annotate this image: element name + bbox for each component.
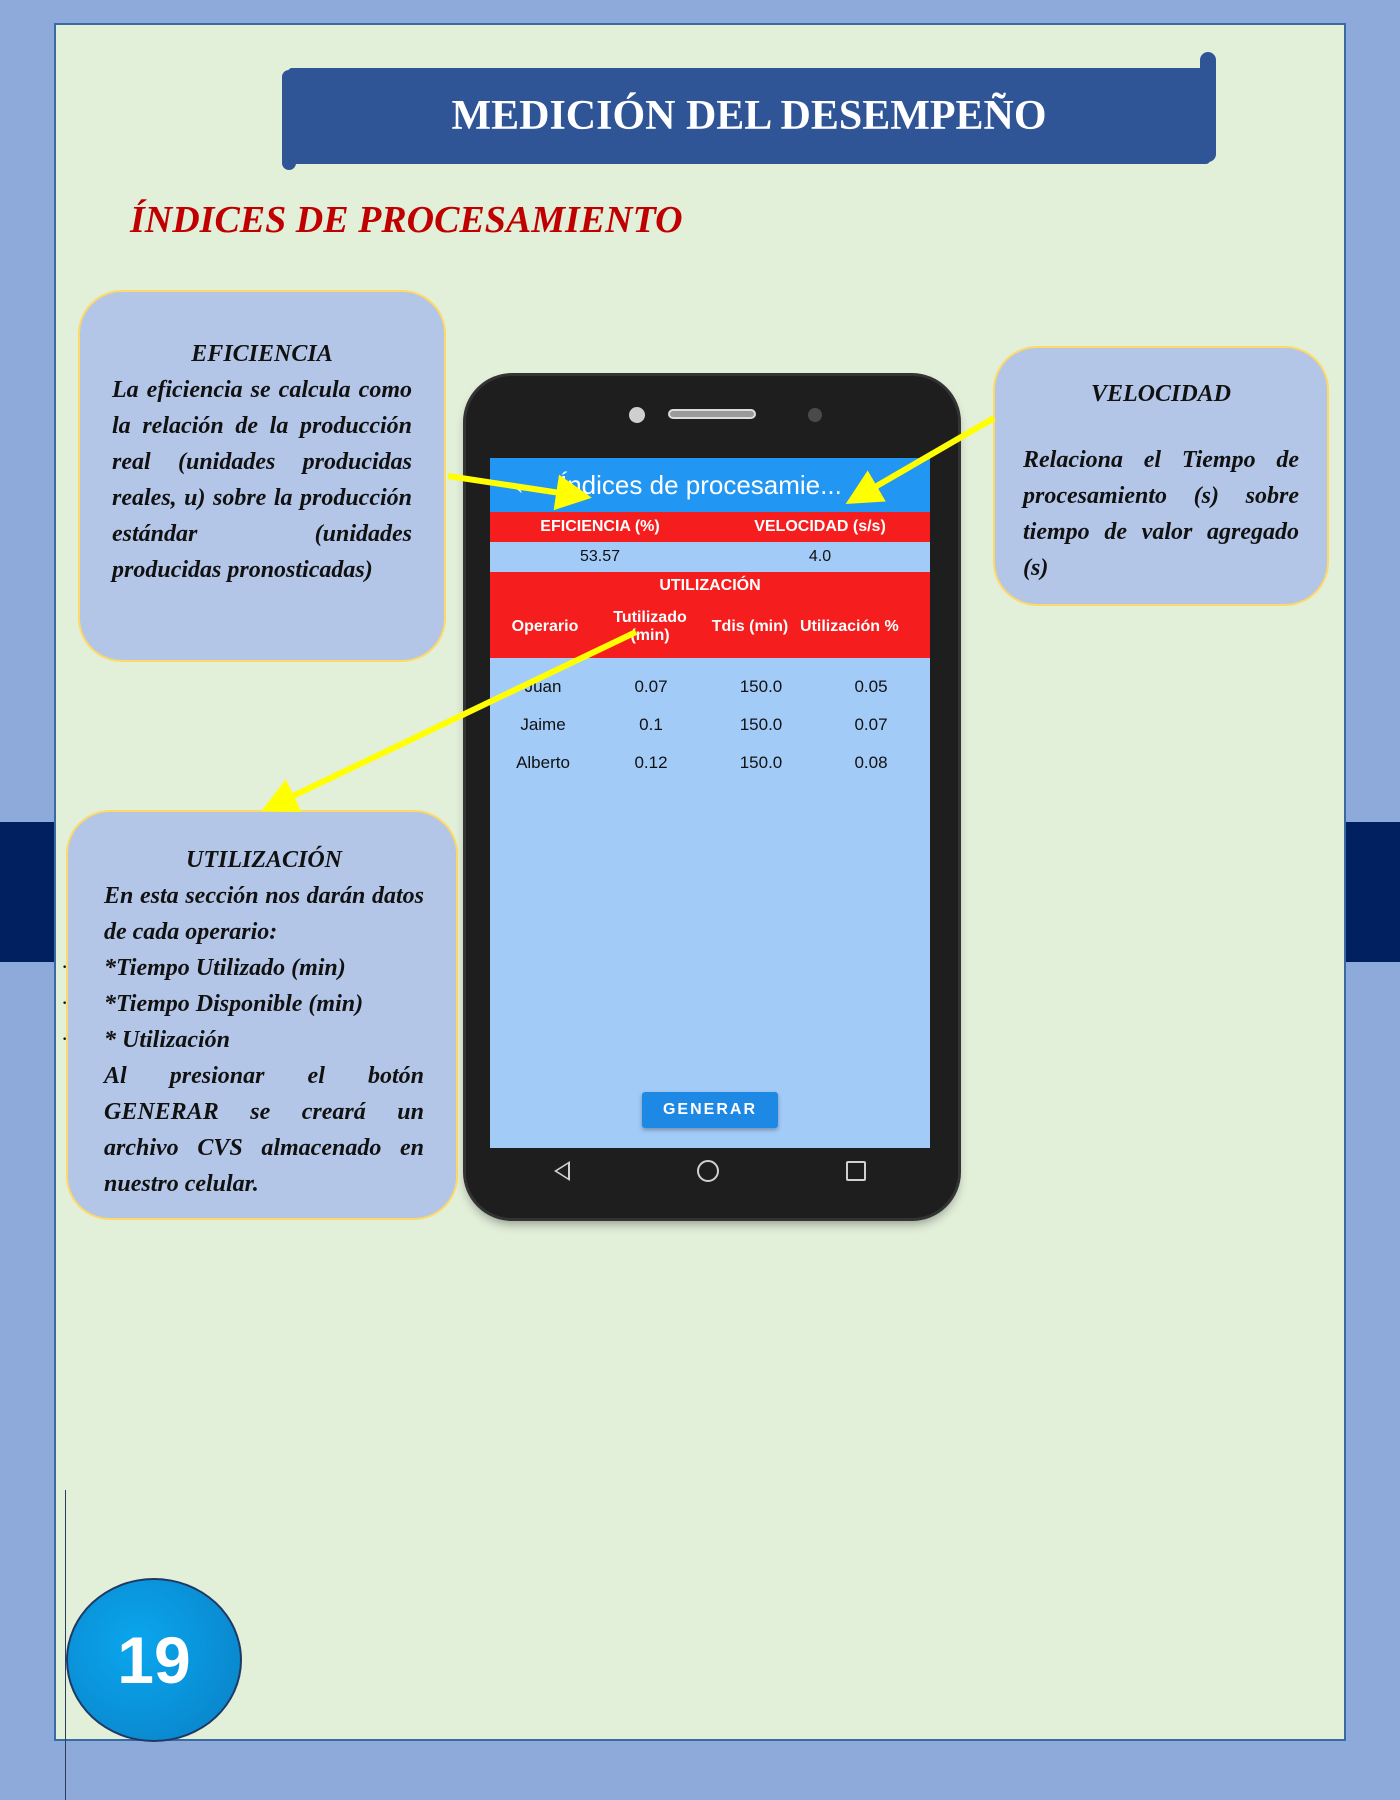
right-side-band [1344,822,1400,962]
metrics-header: EFICIENCIA (%) VELOCIDAD (s/s) [490,512,930,542]
cell-operario: Alberto [516,753,570,772]
eficiencia-header: EFICIENCIA (%) [540,518,660,535]
bullet-item: · *Tiempo Disponible (min) [62,986,424,1022]
banner-title: MEDICIÓN DEL DESEMPEÑO [451,93,1047,139]
speaker-grille [668,409,756,419]
cell-tdis: 150.0 [739,753,783,772]
phone-screen: ← Índices de procesamie... EFICIENCIA (%… [490,458,930,1148]
col-utilizacion: Utilización % [800,618,899,635]
metrics-values: 53.57 4.0 [490,542,930,572]
table-row: Jaime 0.1 150.0 0.07 [490,706,930,744]
phone-mockup: ← Índices de procesamie... EFICIENCIA (%… [466,376,958,1218]
section-title: ÍNDICES DE PROCESAMIENTO [130,199,683,241]
generate-button[interactable]: GENERAR [642,1092,778,1128]
margin-line [65,1490,66,1800]
eficiencia-callout: EFICIENCIA La eficiencia se calcula como… [78,290,446,662]
bullet-item: · *Tiempo Utilizado (min) [62,950,424,986]
table-row: Juan 0.07 150.0 0.05 [490,668,930,706]
bullet-marker: · [62,959,68,976]
utilizacion-callout: UTILIZACIÓN En esta sección nos darán da… [62,810,458,1220]
utilizacion-band-title: UTILIZACIÓN [659,577,761,594]
velocidad-title: VELOCIDAD [1090,381,1232,407]
cell-utilizacion: 0.07 [854,715,888,734]
app-title: Índices de procesamie... [560,469,842,500]
utilizacion-closing: Al presionar el botón GENERAR se creará … [104,1063,424,1197]
col-operario: Operario [511,618,579,635]
nav-home-icon[interactable] [696,1160,719,1182]
table-row: Alberto 0.12 150.0 0.08 [490,744,930,782]
cell-tutilizado: 0.1 [639,715,663,734]
app-bar: ← Índices de procesamie... [490,458,930,512]
utilizacion-header: UTILIZACIÓN Operario Tutilizado (min) Td… [490,572,930,658]
eficiencia-text: La eficiencia se calcula como la relació… [112,377,412,583]
cell-operario: Juan [524,677,562,696]
cell-tdis: 150.0 [739,677,783,696]
bullet-marker: · [62,995,68,1012]
cell-utilizacion: 0.08 [854,753,888,772]
bullet-text-tiempo-utilizado: *Tiempo Utilizado (min) [104,955,346,981]
velocidad-text: Relaciona el Tiempo de procesamiento (s)… [1023,447,1299,581]
page-number-badge: 19 [66,1578,242,1742]
bullet-text-tiempo-disponible: *Tiempo Disponible (min) [104,991,364,1017]
bullet-text-utilizacion: * Utilización [104,1027,231,1053]
eficiencia-value: 53.57 [579,548,621,565]
cell-tutilizado: 0.12 [634,753,668,772]
col-tutilizado: Tutilizado (min) [613,609,687,644]
back-arrow-icon[interactable]: ← [490,470,560,501]
title-banner: MEDICIÓN DEL DESEMPEÑO [282,52,1216,170]
nav-recent-icon[interactable] [846,1161,867,1181]
sensor-icon [808,408,822,422]
cell-tutilizado: 0.07 [634,677,668,696]
left-side-band [0,822,56,962]
operator-table: Juan 0.07 150.0 0.05 Jaime 0.1 150.0 0.0… [490,658,930,782]
nav-back-icon[interactable] [553,1161,570,1181]
velocidad-header: VELOCIDAD (s/s) [754,518,886,535]
camera-icon [629,407,645,423]
table-header-row: Operario Tutilizado (min) Tdis (min) Uti… [490,601,930,653]
cell-tdis: 150.0 [739,715,783,734]
cell-utilizacion: 0.05 [854,677,888,696]
eficiencia-title: EFICIENCIA [191,341,333,367]
utilizacion-intro: En esta sección nos darán datos de cada … [104,883,424,945]
utilizacion-title: UTILIZACIÓN [185,847,342,873]
col-tdis: Tdis (min) [711,618,789,635]
cell-operario: Jaime [520,715,566,734]
bullet-marker: · [62,1031,68,1048]
velocidad-callout: VELOCIDAD Relaciona el Tiempo de procesa… [993,346,1329,606]
velocidad-value: 4.0 [808,548,832,565]
bullet-item: · * Utilización [62,1022,424,1058]
android-navbar [490,1146,930,1196]
